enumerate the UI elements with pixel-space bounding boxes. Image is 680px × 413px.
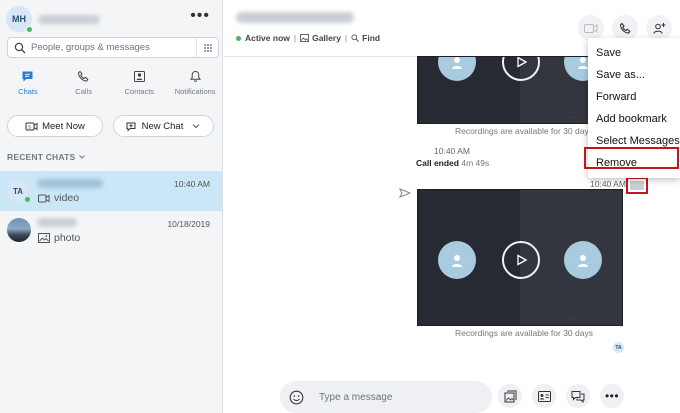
chat-preview: photo	[38, 232, 80, 244]
find-link[interactable]: Find	[362, 33, 380, 43]
contact-card-button[interactable]	[532, 384, 556, 408]
emoji-icon[interactable]	[289, 390, 304, 405]
conversation-subheader: Active now | Gallery | Find	[236, 33, 380, 43]
recording-note: Recordings are available for 30 days	[455, 126, 593, 136]
bell-icon	[189, 70, 201, 82]
gallery-icon	[300, 34, 310, 42]
avatar-initials: MH	[12, 14, 26, 24]
conversation-pane: Active now | Gallery | Find ······· Reco…	[224, 0, 680, 413]
search-placeholder: People, groups & messages	[31, 42, 150, 53]
dialpad-icon[interactable]	[196, 38, 218, 57]
message-composer[interactable]: Type a message	[280, 381, 492, 413]
avatar: TA	[7, 180, 31, 203]
scheduler-button[interactable]	[566, 384, 590, 408]
tab-contacts[interactable]: Contacts	[112, 70, 168, 96]
participant-avatar-icon	[438, 241, 476, 279]
phone-icon	[619, 22, 631, 34]
more-options-icon[interactable]: •••	[190, 7, 210, 25]
chat-time: 10/18/2019	[167, 219, 210, 229]
online-status-dot	[236, 35, 241, 41]
call-duration: 4m 49s	[461, 158, 490, 168]
chat-preview: video	[38, 192, 79, 204]
online-status-dot	[26, 26, 33, 33]
avatar[interactable]: MH	[6, 6, 33, 33]
chat-time: 10:40 AM	[174, 179, 210, 189]
tab-label: Notifications	[174, 87, 216, 96]
meet-now-label: Meet Now	[42, 120, 85, 132]
contact-card-icon	[537, 390, 551, 402]
call-recording-card[interactable]: ·······	[417, 189, 623, 326]
profile-name-redacted	[38, 14, 100, 24]
avatar	[7, 218, 31, 242]
sidebar: MH ••• People, groups & messages Chats C…	[0, 0, 223, 413]
tab-chats[interactable]: Chats	[0, 70, 56, 96]
avatar-initials: TA	[12, 186, 24, 196]
watermark: ·······	[564, 316, 574, 321]
selected-message-highlight[interactable]	[626, 177, 648, 194]
online-status-dot	[24, 196, 31, 203]
meet-now-button[interactable]: s Meet Now	[7, 115, 103, 137]
message-time: 10:40 AM	[590, 179, 626, 189]
search-icon	[14, 42, 26, 53]
menu-item-save-as[interactable]: Save as...	[588, 64, 680, 86]
chat-name-redacted	[37, 179, 103, 191]
participant-avatar-icon	[438, 57, 476, 81]
search-icon	[351, 34, 359, 42]
tab-label: Chats	[18, 87, 38, 96]
profile[interactable]: MH	[6, 6, 100, 33]
action-buttons: s Meet Now New Chat	[7, 115, 214, 137]
recent-chats-header[interactable]: RECENT CHATS	[7, 152, 86, 162]
play-icon[interactable]	[502, 241, 540, 279]
tab-label: Contacts	[124, 87, 155, 96]
video-icon	[38, 194, 50, 202]
video-call-icon	[584, 23, 598, 33]
new-chat-label: New Chat	[141, 120, 184, 132]
chat-icon	[22, 71, 33, 82]
menu-item-add-bookmark[interactable]: Add bookmark	[588, 108, 680, 130]
sent-icon	[399, 188, 411, 198]
recent-chats-label: RECENT CHATS	[7, 152, 76, 162]
phone-icon	[78, 70, 89, 82]
more-options-button[interactable]: •••	[600, 384, 624, 408]
menu-item-forward[interactable]: Forward	[588, 86, 680, 108]
call-ended-message: Call ended 4m 49s	[416, 158, 489, 168]
message-time: 10:40 AM	[434, 146, 470, 156]
call-ended-label: Call ended	[416, 158, 459, 168]
meet-now-icon: s	[25, 122, 38, 130]
active-status: Active now	[245, 33, 290, 43]
read-receipt-avatar: TA	[613, 342, 624, 353]
separator: |	[344, 33, 348, 43]
svg-text:s: s	[28, 124, 31, 130]
more-options-icon: •••	[604, 389, 620, 403]
contacts-icon	[133, 71, 145, 82]
recording-note: Recordings are available for 30 days	[455, 328, 593, 338]
chat-bubbles-icon	[571, 390, 585, 403]
menu-item-save[interactable]: Save	[588, 42, 680, 64]
remove-highlight-box	[584, 147, 679, 169]
chat-item[interactable]: 10/18/2019 photo	[0, 214, 222, 254]
chevron-down-icon	[79, 155, 85, 159]
tab-label: Calls	[75, 87, 92, 96]
nav-tabs: Chats Calls Contacts Notifications	[0, 70, 223, 96]
watermark: ·······	[564, 115, 574, 120]
tab-notifications[interactable]: Notifications	[167, 70, 223, 96]
chat-item-selected[interactable]: TA 10:40 AM video	[0, 171, 222, 211]
image-gallery-icon	[504, 390, 516, 402]
new-chat-button[interactable]: New Chat	[113, 115, 214, 137]
participant-avatar-icon	[564, 241, 602, 279]
conversation-title-redacted	[236, 12, 354, 26]
search-box[interactable]: People, groups & messages	[7, 37, 219, 58]
photo-icon	[38, 233, 50, 243]
gallery-link[interactable]: Gallery	[312, 33, 341, 43]
tab-calls[interactable]: Calls	[56, 70, 112, 96]
chevron-down-icon	[193, 124, 200, 129]
new-chat-icon	[126, 122, 136, 132]
chat-preview-text: photo	[54, 232, 81, 244]
media-gallery-button[interactable]	[498, 384, 522, 408]
separator: |	[293, 33, 297, 43]
chat-name-redacted	[37, 218, 77, 230]
add-person-icon	[653, 22, 666, 34]
message-input-placeholder: Type a message	[319, 391, 393, 403]
chat-preview-text: video	[54, 192, 80, 204]
